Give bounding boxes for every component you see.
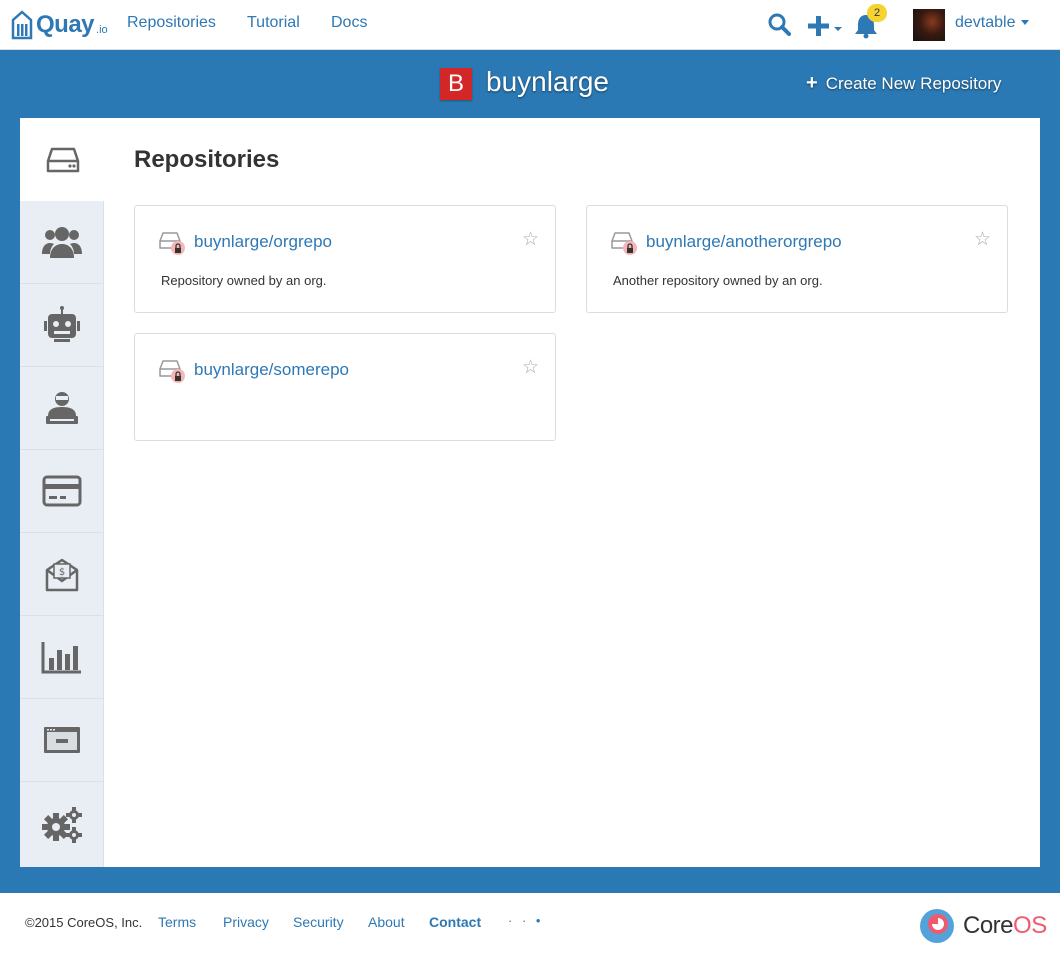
org-name: buynlarge [486,66,609,97]
tab-default-permissions[interactable] [20,367,104,450]
footer-terms-link[interactable]: Terms [158,914,196,930]
settings-icon [42,806,82,843]
quay-building-icon [11,10,33,40]
nav-repositories-link[interactable]: Repositories [127,14,216,32]
copyright: ©2015 CoreOS, Inc. [25,915,143,930]
username: devtable [955,14,1016,31]
coreos-logo-icon [920,909,954,943]
repo-card: buynlarge/anotherorgrepo ☆ Another repos… [586,205,1008,313]
billing-icon [42,475,82,507]
coreos-core: Core [963,912,1014,939]
tab-settings[interactable] [20,782,104,865]
create-new-repository-label: Create New Repository [825,74,1002,93]
avatar[interactable] [913,9,945,41]
chevron-down-icon [1020,20,1029,26]
nav-tutorial-link[interactable]: Tutorial [247,14,300,32]
applications-icon [44,727,80,753]
notification-count-badge: 2 [867,4,887,22]
repo-card: buynlarge/orgrepo ☆ Repository owned by … [134,205,556,313]
star-icon[interactable]: ☆ [974,228,991,251]
robot-accounts-icon [44,306,80,342]
top-navbar: Quay .io Repositories Tutorial Docs 2 de… [0,0,1060,50]
user-menu[interactable]: devtable [955,14,1029,32]
repo-link[interactable]: buynlarge/somerepo [194,360,349,380]
usage-logs-icon [41,642,81,674]
footer-security-link[interactable]: Security [293,914,344,930]
teams-icon [42,227,82,258]
main-panel: $ Repositories buynlarge/orgrepo ☆ Repos… [20,118,1040,867]
tab-teams[interactable] [20,201,104,284]
create-plus-icon[interactable] [808,14,844,43]
sidebar: $ [20,118,105,867]
plus-icon: + [806,72,818,94]
tab-repositories[interactable] [20,118,105,201]
default-permissions-icon [46,392,78,424]
coreos-os: OS [1013,912,1047,939]
footer-contact-link[interactable]: Contact [429,914,481,930]
nav-docs-link[interactable]: Docs [331,14,367,32]
coreos-logo[interactable]: CoreOS [919,908,1047,944]
star-icon[interactable]: ☆ [522,228,539,251]
svg-text:$: $ [59,567,65,578]
tab-applications[interactable] [20,699,104,782]
quay-logo[interactable]: Quay .io [11,8,108,42]
footer-about-link[interactable]: About [368,914,405,930]
page-title: Repositories [134,146,280,173]
footer-privacy-link[interactable]: Privacy [223,914,269,930]
org-avatar: B [440,68,472,100]
private-repository-icon [159,360,185,383]
coreos-wordmark: CoreOS [963,912,1047,940]
tab-billing[interactable] [20,450,104,533]
repo-description: Repository owned by an org. [161,273,327,288]
footer-dots: · · • [508,913,544,928]
star-icon[interactable]: ☆ [522,356,539,379]
repo-card: buynlarge/somerepo ☆ [134,333,556,441]
repo-link[interactable]: buynlarge/anotherorgrepo [646,232,842,252]
invoices-icon: $ [45,558,79,592]
private-repository-icon [159,232,185,255]
logo-suffix: .io [96,24,108,36]
repo-link[interactable]: buynlarge/orgrepo [194,232,332,252]
tab-invoices[interactable]: $ [20,533,104,616]
footer: ©2015 CoreOS, Inc. Terms Privacy Securit… [0,893,1060,957]
repositories-icon [46,147,79,172]
search-icon[interactable] [767,12,791,41]
tab-usage-logs[interactable] [20,616,104,699]
create-new-repository-button[interactable]: + Create New Repository [806,72,1001,95]
repo-description: Another repository owned by an org. [613,273,823,288]
tab-robot-accounts[interactable] [20,284,104,367]
private-repository-icon [611,232,637,255]
logo-text: Quay [36,11,95,38]
